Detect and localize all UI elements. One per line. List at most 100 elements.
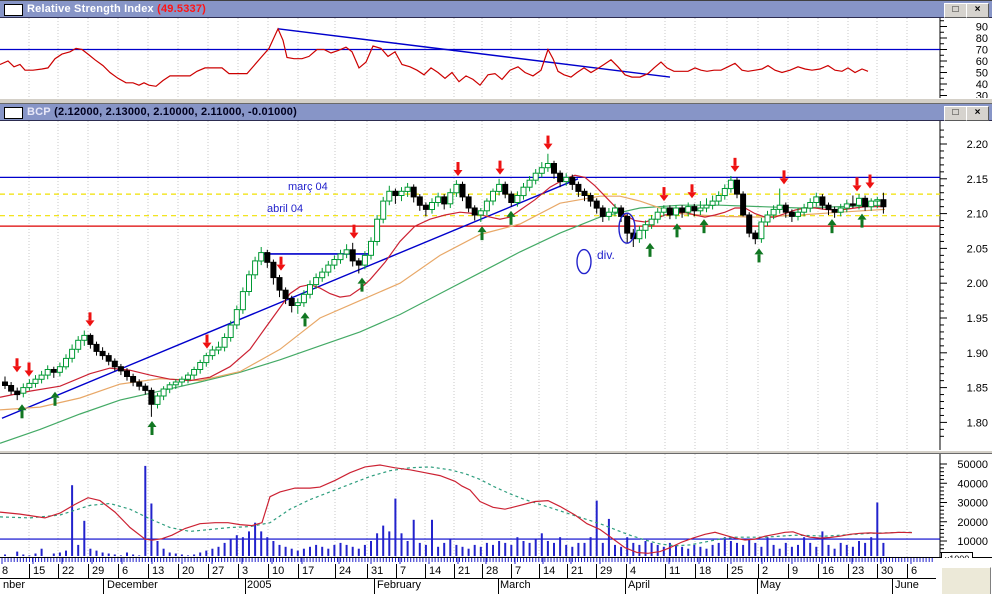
day-tick-label: 8 [2,565,9,577]
day-tick-label: 29 [600,565,613,577]
week-separator [482,564,483,578]
date-axis: 8 15 22 29 6 13 20 27 3 10 17 24 31 7 14 21 28 7 14 21 29 4 11… [0,558,992,594]
svg-text:40: 40 [976,79,988,91]
day-tick-label: 31 [371,565,384,577]
rsi-titlebar[interactable]: Relative Strength Index (49.5337) □ × [0,1,992,18]
day-tick-label: 14 [543,565,556,577]
week-separator [511,564,512,578]
day-tick-label: 14 [429,565,442,577]
week-separator [396,564,397,578]
month-label: February [377,579,422,591]
week-separator [567,564,568,578]
rsi-value: (49.5337) [157,3,207,15]
week-separator [88,564,89,578]
maximize-button[interactable]: □ [944,3,967,18]
month-label: June [895,579,919,591]
day-tick-label: 3 [242,565,249,577]
day-tick-label: 30 [881,565,894,577]
month-label: December [107,579,158,591]
svg-text:2.10: 2.10 [967,209,988,221]
svg-text:60: 60 [976,56,988,68]
month-label: nber [3,579,26,591]
svg-text:20000: 20000 [957,517,988,529]
annotation-divergence: div. [597,248,615,262]
week-separator [454,564,455,578]
week-separator [848,564,849,578]
price-plot[interactable]: 2.20 2.15 2.10 2.05 2.00 1.95 1.90 1.85 1.80 [0,121,992,450]
price-title: BCP (2.12000, 2.13000, 2.10000, 2.11000,… [27,106,297,118]
close-button[interactable]: × [966,3,989,18]
annotation-marc-04: març 04 [288,181,328,194]
month-separator [374,578,375,594]
symbol-label: BCP [27,106,51,118]
day-tick-label: 17 [302,565,315,577]
day-tick-label: 9 [792,565,799,577]
week-separator [788,564,789,578]
price-window-system-icon[interactable] [4,107,23,119]
day-tick-label: 7 [515,565,522,577]
week-separator [877,564,878,578]
svg-text:2.00: 2.00 [967,278,988,290]
volume-panel: 50000 40000 30000 20000 10000 [0,454,992,558]
rsi-plot[interactable]: 90807060504030 [0,18,992,98]
svg-text:1.80: 1.80 [967,417,988,429]
day-tick-label: 27 [212,565,225,577]
week-separator [695,564,696,578]
volume-plot[interactable]: 50000 40000 30000 20000 10000 [0,454,992,557]
week-separator [425,564,426,578]
week-separator [626,564,627,578]
svg-text:1.85: 1.85 [967,383,988,395]
day-tick-label: 29 [92,565,105,577]
day-tick-label: 21 [571,565,584,577]
price-ohlc-values: (2.12000, 2.13000, 2.10000, 2.11000, -0.… [54,106,297,118]
svg-text:30000: 30000 [957,498,988,510]
annotation-abril-04: abril 04 [267,202,304,215]
week-separator [727,564,728,578]
svg-text:80: 80 [976,33,988,45]
svg-text:90: 90 [976,22,988,34]
week-separator [178,564,179,578]
week-separator [367,564,368,578]
week-separator [335,564,336,578]
month-label: 2005 [247,579,272,591]
svg-text:10000: 10000 [957,536,988,548]
month-label: May [760,579,781,591]
week-separator [758,564,759,578]
day-tick-label: 28 [486,565,499,577]
week-separator [58,564,59,578]
day-tick-label: 25 [731,565,744,577]
day-tick-label: 10 [272,565,285,577]
day-tick-label: 6 [911,565,918,577]
rsi-title: Relative Strength Index (49.5337) [27,3,207,15]
week-separator [148,564,149,578]
day-tick-label: 23 [852,565,865,577]
day-tick-label: 20 [182,565,195,577]
week-separator [596,564,597,578]
month-label-row: nber December 2005 February March April May Jun… [0,578,936,594]
svg-text:50: 50 [976,68,988,80]
week-separator [208,564,209,578]
svg-text:40000: 40000 [957,478,988,490]
month-label: March [500,579,531,591]
day-tick-label: 16 [822,565,835,577]
svg-text:2.15: 2.15 [967,174,988,186]
close-button[interactable]: × [966,106,989,121]
day-tick-label: 4 [630,565,637,577]
day-tick-label: 24 [339,565,352,577]
svg-text:70: 70 [976,45,988,57]
day-tick-label: 15 [33,565,46,577]
month-separator [103,578,104,594]
rsi-panel: 90 80 70 60 50 40 30 [0,18,992,98]
week-separator [539,564,540,578]
week-separator [268,564,269,578]
price-panel: 2.20 2.15 2.10 2.05 2.00 1.95 1.90 1.85 1.80 mar… [0,121,992,450]
chart-window: Relative Strength Index (49.5337) □ × 90… [0,0,992,594]
scrollbar-corner [941,567,991,594]
month-separator [757,578,758,594]
svg-text:2.20: 2.20 [967,139,988,151]
month-label: April [628,579,651,591]
rsi-window-system-icon[interactable] [4,4,23,16]
day-tick-label: 11 [669,565,681,577]
price-titlebar[interactable]: BCP (2.12000, 2.13000, 2.10000, 2.11000,… [0,104,992,121]
maximize-button[interactable]: □ [944,106,967,121]
